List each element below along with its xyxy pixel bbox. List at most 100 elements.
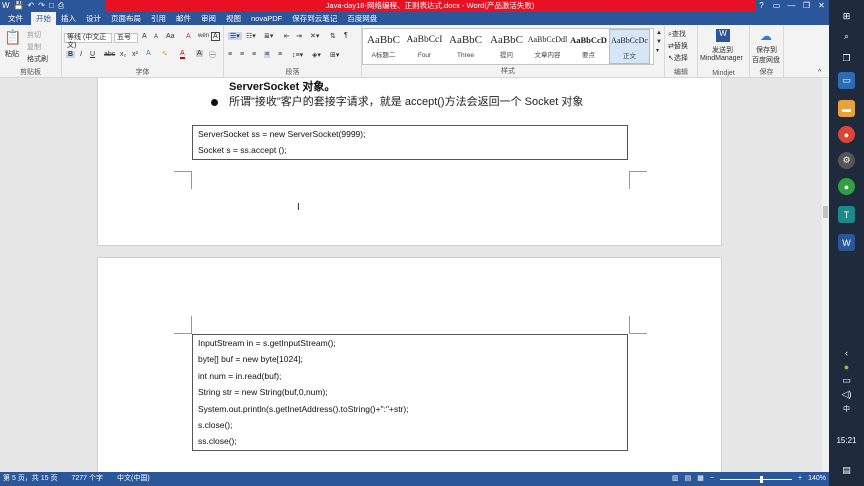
word-icon[interactable]: W — [838, 234, 855, 251]
quick-print-icon[interactable]: ⎙ — [58, 1, 64, 11]
file-explorer-icon[interactable]: ▭ — [838, 72, 855, 89]
font-name-combo[interactable]: 等线 (中文正文) — [64, 33, 112, 49]
distribute-icon[interactable]: ≡ — [278, 51, 282, 58]
replace-button[interactable]: ⇄替换 — [668, 41, 688, 51]
pinyin-guide-button[interactable]: wén — [198, 33, 209, 39]
style-article[interactable]: AaBbCcDdl 文章内容 — [527, 29, 568, 64]
zoom-level[interactable]: 140% — [808, 472, 826, 486]
send-to-label[interactable]: 发送到 — [712, 45, 733, 55]
settings-icon[interactable]: ⚙ — [838, 152, 855, 169]
sort-icon[interactable]: ⇅ — [330, 32, 336, 40]
cut-button[interactable]: 剪切 — [27, 30, 41, 40]
page-count[interactable]: 第 5 页，共 15 页 — [3, 472, 57, 486]
tab-cloud-notes[interactable]: 保存到云笔记 — [287, 12, 342, 25]
shrink-font-button[interactable]: A — [154, 34, 158, 40]
tab-view[interactable]: 视图 — [221, 12, 246, 25]
tab-review[interactable]: 审阅 — [196, 12, 221, 25]
char-shading-icon[interactable]: A — [196, 50, 203, 57]
typora-icon[interactable]: T — [838, 206, 855, 223]
save-icon[interactable]: 💾 — [14, 1, 24, 11]
style-normal[interactable]: AaBbCcDc 正文 — [609, 29, 650, 64]
help-button[interactable]: ? — [754, 0, 769, 12]
word-count[interactable]: 7277 个字 — [71, 472, 103, 486]
page[interactable]: ServerSocket 对象。 所谓"接收"客户的套接字请求，就是 accep… — [97, 78, 722, 246]
start-icon[interactable]: ⊞ — [838, 8, 855, 25]
restore-button[interactable]: ❐ — [799, 0, 814, 12]
select-button[interactable]: ↖选择 — [668, 53, 688, 63]
shading-icon[interactable]: ◈▾ — [312, 51, 321, 59]
app-icon[interactable]: ● — [838, 178, 855, 195]
show-marks-icon[interactable]: ¶ — [344, 32, 348, 39]
chinese-layout-icon[interactable]: ✕▾ — [310, 32, 319, 40]
redo-icon[interactable]: ↷ — [38, 1, 45, 11]
bold-button[interactable]: B — [66, 51, 76, 58]
style-heading2[interactable]: AaBbC A标题二 — [363, 29, 404, 64]
find-button[interactable]: ⌕查找 — [668, 29, 686, 39]
document-area[interactable]: ServerSocket 对象。 所谓"接收"客户的套接字请求，就是 accep… — [0, 78, 829, 472]
format-painter-button[interactable]: 格式刷 — [27, 54, 48, 64]
decrease-indent-icon[interactable]: ⇤ — [284, 32, 290, 40]
search-icon[interactable]: ⌕ — [838, 28, 855, 45]
style-four[interactable]: AaBbCcI Four — [404, 29, 445, 64]
highlight-icon[interactable]: ✎ — [162, 50, 168, 58]
clock[interactable]: 15:21 — [829, 436, 864, 445]
tab-mailings[interactable]: 邮件 — [171, 12, 196, 25]
superscript-button[interactable]: x² — [132, 51, 138, 58]
scrollbar-thumb[interactable] — [823, 206, 828, 218]
numbering-icon[interactable]: ☷▾ — [246, 32, 256, 40]
italic-button[interactable]: I — [80, 51, 82, 58]
zoom-out-icon[interactable]: − — [710, 472, 714, 486]
underline-button[interactable]: U — [90, 51, 95, 58]
volume-icon[interactable]: ◁) — [838, 386, 855, 403]
subscript-button[interactable]: x₂ — [120, 51, 126, 58]
ribbon-display-button[interactable]: ▭ — [769, 0, 784, 12]
chrome-icon[interactable]: ● — [838, 126, 855, 143]
styles-scroll-icon[interactable]: ▲ ▼ ▾ — [656, 29, 662, 56]
style-three[interactable]: AaBbC Three — [445, 29, 486, 64]
mindmanager-label[interactable]: MindManager — [700, 55, 743, 62]
ime-indicator[interactable]: 中 — [829, 404, 864, 414]
clear-format-button[interactable]: A — [186, 33, 191, 40]
font-color-icon[interactable]: A — [180, 50, 185, 59]
task-view-icon[interactable]: ❐ — [838, 50, 855, 67]
mindmanager-icon[interactable]: W — [716, 29, 730, 42]
print-layout-icon[interactable]: ▤ — [685, 472, 692, 486]
zoom-slider-knob[interactable] — [760, 475, 763, 483]
vertical-scrollbar[interactable] — [822, 78, 829, 472]
baidu-cloud-icon[interactable]: ☁ — [760, 29, 772, 43]
align-center-icon[interactable]: ≡ — [240, 51, 244, 58]
tab-baidu-netdisk[interactable]: 百度网盘 — [342, 12, 382, 25]
tab-insert[interactable]: 插入 — [56, 12, 81, 25]
strikethrough-button[interactable]: abc — [104, 51, 115, 58]
paste-button[interactable]: 粘贴 — [5, 49, 19, 59]
save-to-label[interactable]: 保存到 — [756, 45, 777, 55]
zoom-slider[interactable] — [720, 475, 792, 483]
multilevel-list-icon[interactable]: ≣▾ — [264, 32, 273, 40]
tab-layout[interactable]: 页面布局 — [106, 12, 146, 25]
zoom-in-icon[interactable]: + — [798, 472, 802, 486]
increase-indent-icon[interactable]: ⇥ — [296, 32, 302, 40]
change-case-button[interactable]: Aa — [166, 33, 175, 40]
page[interactable]: InputStream in = s.getInputStream(); byt… — [97, 257, 722, 472]
copy-button[interactable]: 复制 — [27, 42, 41, 52]
paste-icon[interactable]: 📋 — [4, 29, 21, 46]
tab-home[interactable]: 开始 — [31, 12, 56, 25]
line-spacing-icon[interactable]: ↕≡▾ — [292, 51, 303, 59]
align-right-icon[interactable]: ≡ — [252, 51, 256, 58]
bullets-icon[interactable]: ☰▾ — [228, 32, 242, 40]
language-indicator[interactable]: 中文(中国) — [117, 472, 150, 486]
tab-references[interactable]: 引用 — [146, 12, 171, 25]
font-size-combo[interactable]: 五号 — [114, 33, 138, 43]
collapse-ribbon-icon[interactable]: ^ — [818, 69, 821, 76]
style-question[interactable]: AaBbC 提问 — [486, 29, 527, 64]
tab-file[interactable]: 文件 — [0, 12, 31, 25]
tab-novapdf[interactable]: novaPDF — [246, 12, 287, 25]
minimize-button[interactable]: — — [784, 0, 799, 12]
char-border-button[interactable]: A — [211, 32, 220, 41]
text-effects-icon[interactable]: A — [146, 50, 151, 57]
grow-font-button[interactable]: A — [142, 33, 147, 40]
enclose-char-icon[interactable]: ㊀ — [209, 50, 216, 60]
web-layout-icon[interactable]: ▦ — [697, 472, 704, 486]
undo-icon[interactable]: ↶ — [28, 1, 35, 11]
baidu-netdisk-label[interactable]: 百度网盘 — [752, 55, 780, 65]
